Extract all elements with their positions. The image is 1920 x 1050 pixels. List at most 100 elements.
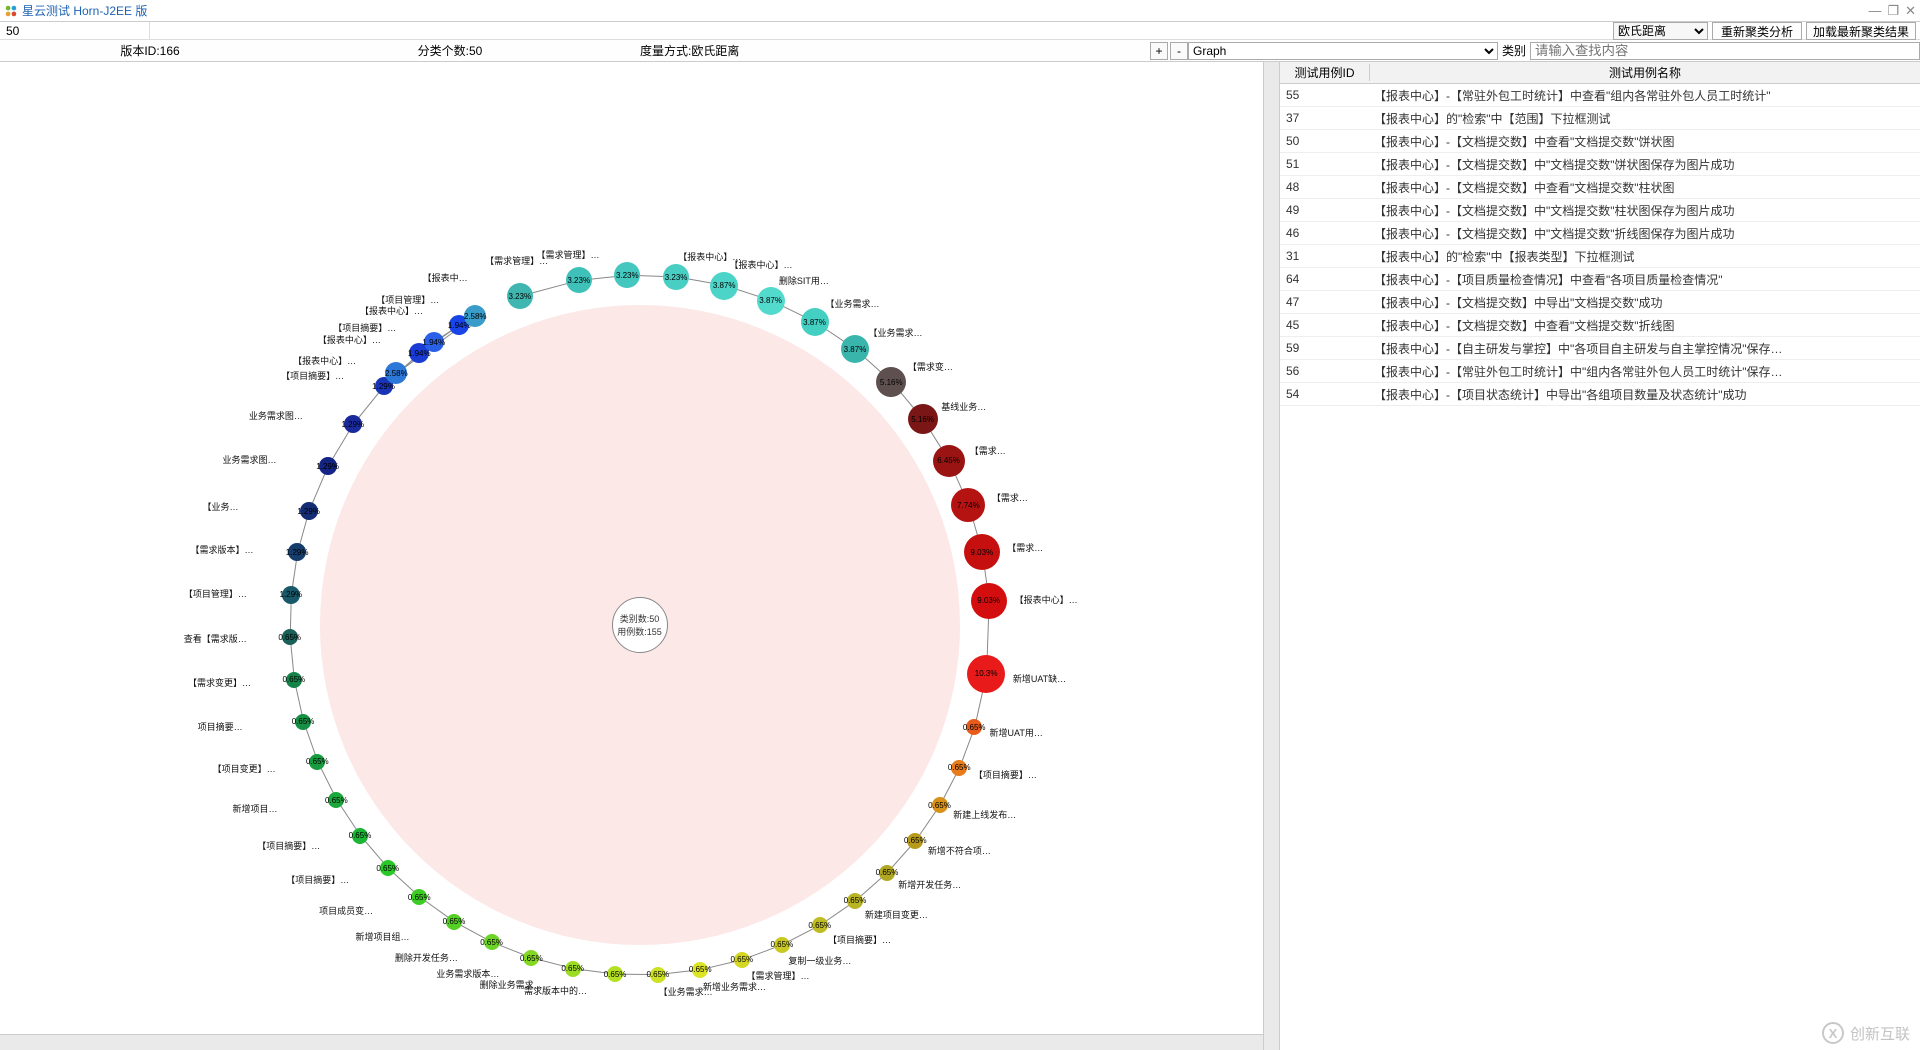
table-row[interactable]: 47【报表中心】-【文档提交数】中导出"文档提交数"成功: [1280, 291, 1920, 314]
cluster-node[interactable]: 0.65%: [907, 833, 923, 849]
cluster-node[interactable]: 2.58%: [464, 305, 486, 327]
cluster-node-label: 业务需求版本…: [436, 967, 499, 980]
cluster-node-label: 【报表中心】…: [1015, 593, 1078, 606]
load-latest-button[interactable]: 加载最新聚类结果: [1806, 22, 1916, 40]
view-mode-select[interactable]: Graph: [1188, 42, 1498, 60]
cluster-node[interactable]: 0.65%: [812, 917, 828, 933]
cluster-node[interactable]: 7.74%: [951, 488, 985, 522]
cluster-node[interactable]: 6.45%: [933, 445, 965, 477]
cluster-node[interactable]: 0.65%: [523, 950, 539, 966]
maximize-icon[interactable]: ❐: [1887, 3, 1899, 19]
table-row[interactable]: 48【报表中心】-【文档提交数】中查看"文档提交数"柱状图: [1280, 176, 1920, 199]
cluster-node[interactable]: 0.65%: [484, 934, 500, 950]
recluster-button[interactable]: 重新聚类分析: [1712, 22, 1802, 40]
testcase-side-panel: 测试用例ID 测试用例名称 55【报表中心】-【常驻外包工时统计】中查看"组内各…: [1280, 62, 1920, 1050]
cluster-node[interactable]: 0.65%: [352, 828, 368, 844]
cluster-node[interactable]: 0.65%: [966, 719, 982, 735]
cell-id: 51: [1280, 157, 1370, 171]
col-id-header[interactable]: 测试用例ID: [1280, 64, 1370, 81]
cluster-node[interactable]: 0.65%: [734, 952, 750, 968]
cluster-node[interactable]: 1.29%: [300, 502, 318, 520]
minimize-icon[interactable]: —: [1868, 3, 1881, 19]
cluster-node-label: 【报表中心】…: [293, 354, 356, 367]
cluster-node[interactable]: 3.87%: [710, 272, 738, 300]
table-row[interactable]: 55【报表中心】-【常驻外包工时统计】中查看"组内各常驻外包人员工时统计": [1280, 84, 1920, 107]
table-row[interactable]: 49【报表中心】-【文档提交数】中"文档提交数"柱状图保存为图片成功: [1280, 199, 1920, 222]
col-name-header[interactable]: 测试用例名称: [1370, 64, 1920, 81]
cluster-node[interactable]: 0.65%: [774, 937, 790, 953]
cluster-node[interactable]: 0.65%: [309, 754, 325, 770]
cluster-node[interactable]: 3.87%: [841, 335, 869, 363]
zoom-out-button[interactable]: -: [1170, 42, 1188, 60]
cluster-node[interactable]: 3.23%: [614, 262, 640, 288]
table-row[interactable]: 46【报表中心】-【文档提交数】中"文档提交数"折线图保存为图片成功: [1280, 222, 1920, 245]
cell-id: 55: [1280, 88, 1370, 102]
table-row[interactable]: 56【报表中心】-【常驻外包工时统计】中"组内各常驻外包人员工时统计"保存…: [1280, 360, 1920, 383]
cell-id: 47: [1280, 295, 1370, 309]
table-row[interactable]: 45【报表中心】-【文档提交数】中查看"文档提交数"折线图: [1280, 314, 1920, 337]
cluster-node[interactable]: 0.65%: [282, 629, 298, 645]
current-count: 50: [0, 22, 150, 39]
cluster-node[interactable]: 0.65%: [328, 792, 344, 808]
cluster-node[interactable]: 0.65%: [295, 714, 311, 730]
cell-id: 64: [1280, 272, 1370, 286]
vertical-scrollbar[interactable]: [1263, 62, 1279, 1050]
cluster-node[interactable]: 3.23%: [566, 267, 592, 293]
cell-name: 【报表中心】-【项目状态统计】中导出"各组项目数量及状态统计"成功: [1370, 386, 1920, 403]
cluster-node[interactable]: 5.16%: [876, 367, 906, 397]
cluster-node[interactable]: 0.65%: [650, 967, 666, 983]
cluster-node[interactable]: 0.65%: [847, 893, 863, 909]
cluster-node[interactable]: 0.65%: [565, 961, 581, 977]
cluster-node[interactable]: 2.58%: [385, 362, 407, 384]
graph-canvas[interactable]: 类别数:50 用例数:155 3.23%【报表中…3.23%【需求管理】…3.2…: [0, 62, 1280, 1050]
table-row[interactable]: 51【报表中心】-【文档提交数】中"文档提交数"饼状图保存为图片成功: [1280, 153, 1920, 176]
cluster-node[interactable]: 0.65%: [607, 966, 623, 982]
cluster-node[interactable]: 3.23%: [663, 264, 689, 290]
search-input[interactable]: [1530, 42, 1920, 60]
cluster-node-label: 【项目摘要】…: [974, 768, 1037, 781]
center-summary-node[interactable]: 类别数:50 用例数:155: [612, 597, 668, 653]
center-classcount: 类别数:50: [620, 612, 660, 625]
close-icon[interactable]: ✕: [1905, 3, 1916, 19]
cluster-node[interactable]: 0.65%: [692, 962, 708, 978]
info-bar: 版本ID:166 分类个数:50 度量方式:欧氏距离 + - Graph 类别: [0, 40, 1920, 62]
window-title: 星云测试 Horn-J2EE 版: [22, 2, 1868, 19]
cluster-node[interactable]: 3.87%: [757, 287, 785, 315]
cluster-node[interactable]: 0.65%: [951, 760, 967, 776]
cluster-node[interactable]: 0.65%: [380, 860, 396, 876]
cluster-node-label: 业务需求图…: [223, 453, 277, 466]
cluster-node[interactable]: 0.65%: [932, 797, 948, 813]
cluster-node[interactable]: 0.65%: [879, 865, 895, 881]
table-row[interactable]: 37【报表中心】的"检索"中【范围】下拉框测试: [1280, 107, 1920, 130]
table-row[interactable]: 59【报表中心】-【自主研发与掌控】中"各项目自主研发与自主掌控情况"保存…: [1280, 337, 1920, 360]
cluster-node-label: 【项目管理】…: [376, 293, 439, 306]
zoom-in-button[interactable]: +: [1150, 42, 1168, 60]
cluster-node[interactable]: 1.94%: [424, 332, 444, 352]
cluster-node[interactable]: 1.29%: [288, 543, 306, 561]
cluster-node[interactable]: 5.16%: [908, 404, 938, 434]
cluster-node[interactable]: 3.23%: [507, 283, 533, 309]
cluster-node[interactable]: 9.03%: [964, 534, 1000, 570]
cluster-node[interactable]: 10.3%: [967, 655, 1005, 693]
cluster-node-label: 新增项目组…: [356, 930, 410, 943]
table-row[interactable]: 64【报表中心】-【项目质量检查情况】中查看"各项目质量检查情况": [1280, 268, 1920, 291]
cluster-node[interactable]: 0.65%: [411, 889, 427, 905]
cluster-node[interactable]: 1.29%: [344, 415, 362, 433]
cluster-node[interactable]: 0.65%: [286, 672, 302, 688]
cluster-node-label: 【需求管理】…: [537, 248, 600, 261]
cluster-node-label: 【需求变…: [908, 360, 953, 373]
table-row[interactable]: 50【报表中心】-【文档提交数】中查看"文档提交数"饼状图: [1280, 130, 1920, 153]
cluster-node[interactable]: 1.29%: [282, 586, 300, 604]
cluster-node[interactable]: 9.03%: [971, 583, 1007, 619]
cluster-node[interactable]: 3.87%: [801, 308, 829, 336]
cluster-node-label: 新增开发任务…: [898, 878, 961, 891]
horizontal-scrollbar[interactable]: [0, 1034, 1263, 1050]
cell-name: 【报表中心】-【自主研发与掌控】中"各项目自主研发与自主掌控情况"保存…: [1370, 340, 1920, 357]
cluster-node[interactable]: 1.29%: [319, 457, 337, 475]
table-row[interactable]: 31【报表中心】的"检索"中【报表类型】下拉框测试: [1280, 245, 1920, 268]
distance-metric-select[interactable]: 欧氏距离: [1613, 22, 1708, 40]
table-row[interactable]: 54【报表中心】-【项目状态统计】中导出"各组项目数量及状态统计"成功: [1280, 383, 1920, 406]
cluster-node[interactable]: 0.65%: [446, 914, 462, 930]
cell-name: 【报表中心】-【文档提交数】中"文档提交数"折线图保存为图片成功: [1370, 225, 1920, 242]
cluster-node-label: 【项目管理】…: [184, 587, 247, 600]
